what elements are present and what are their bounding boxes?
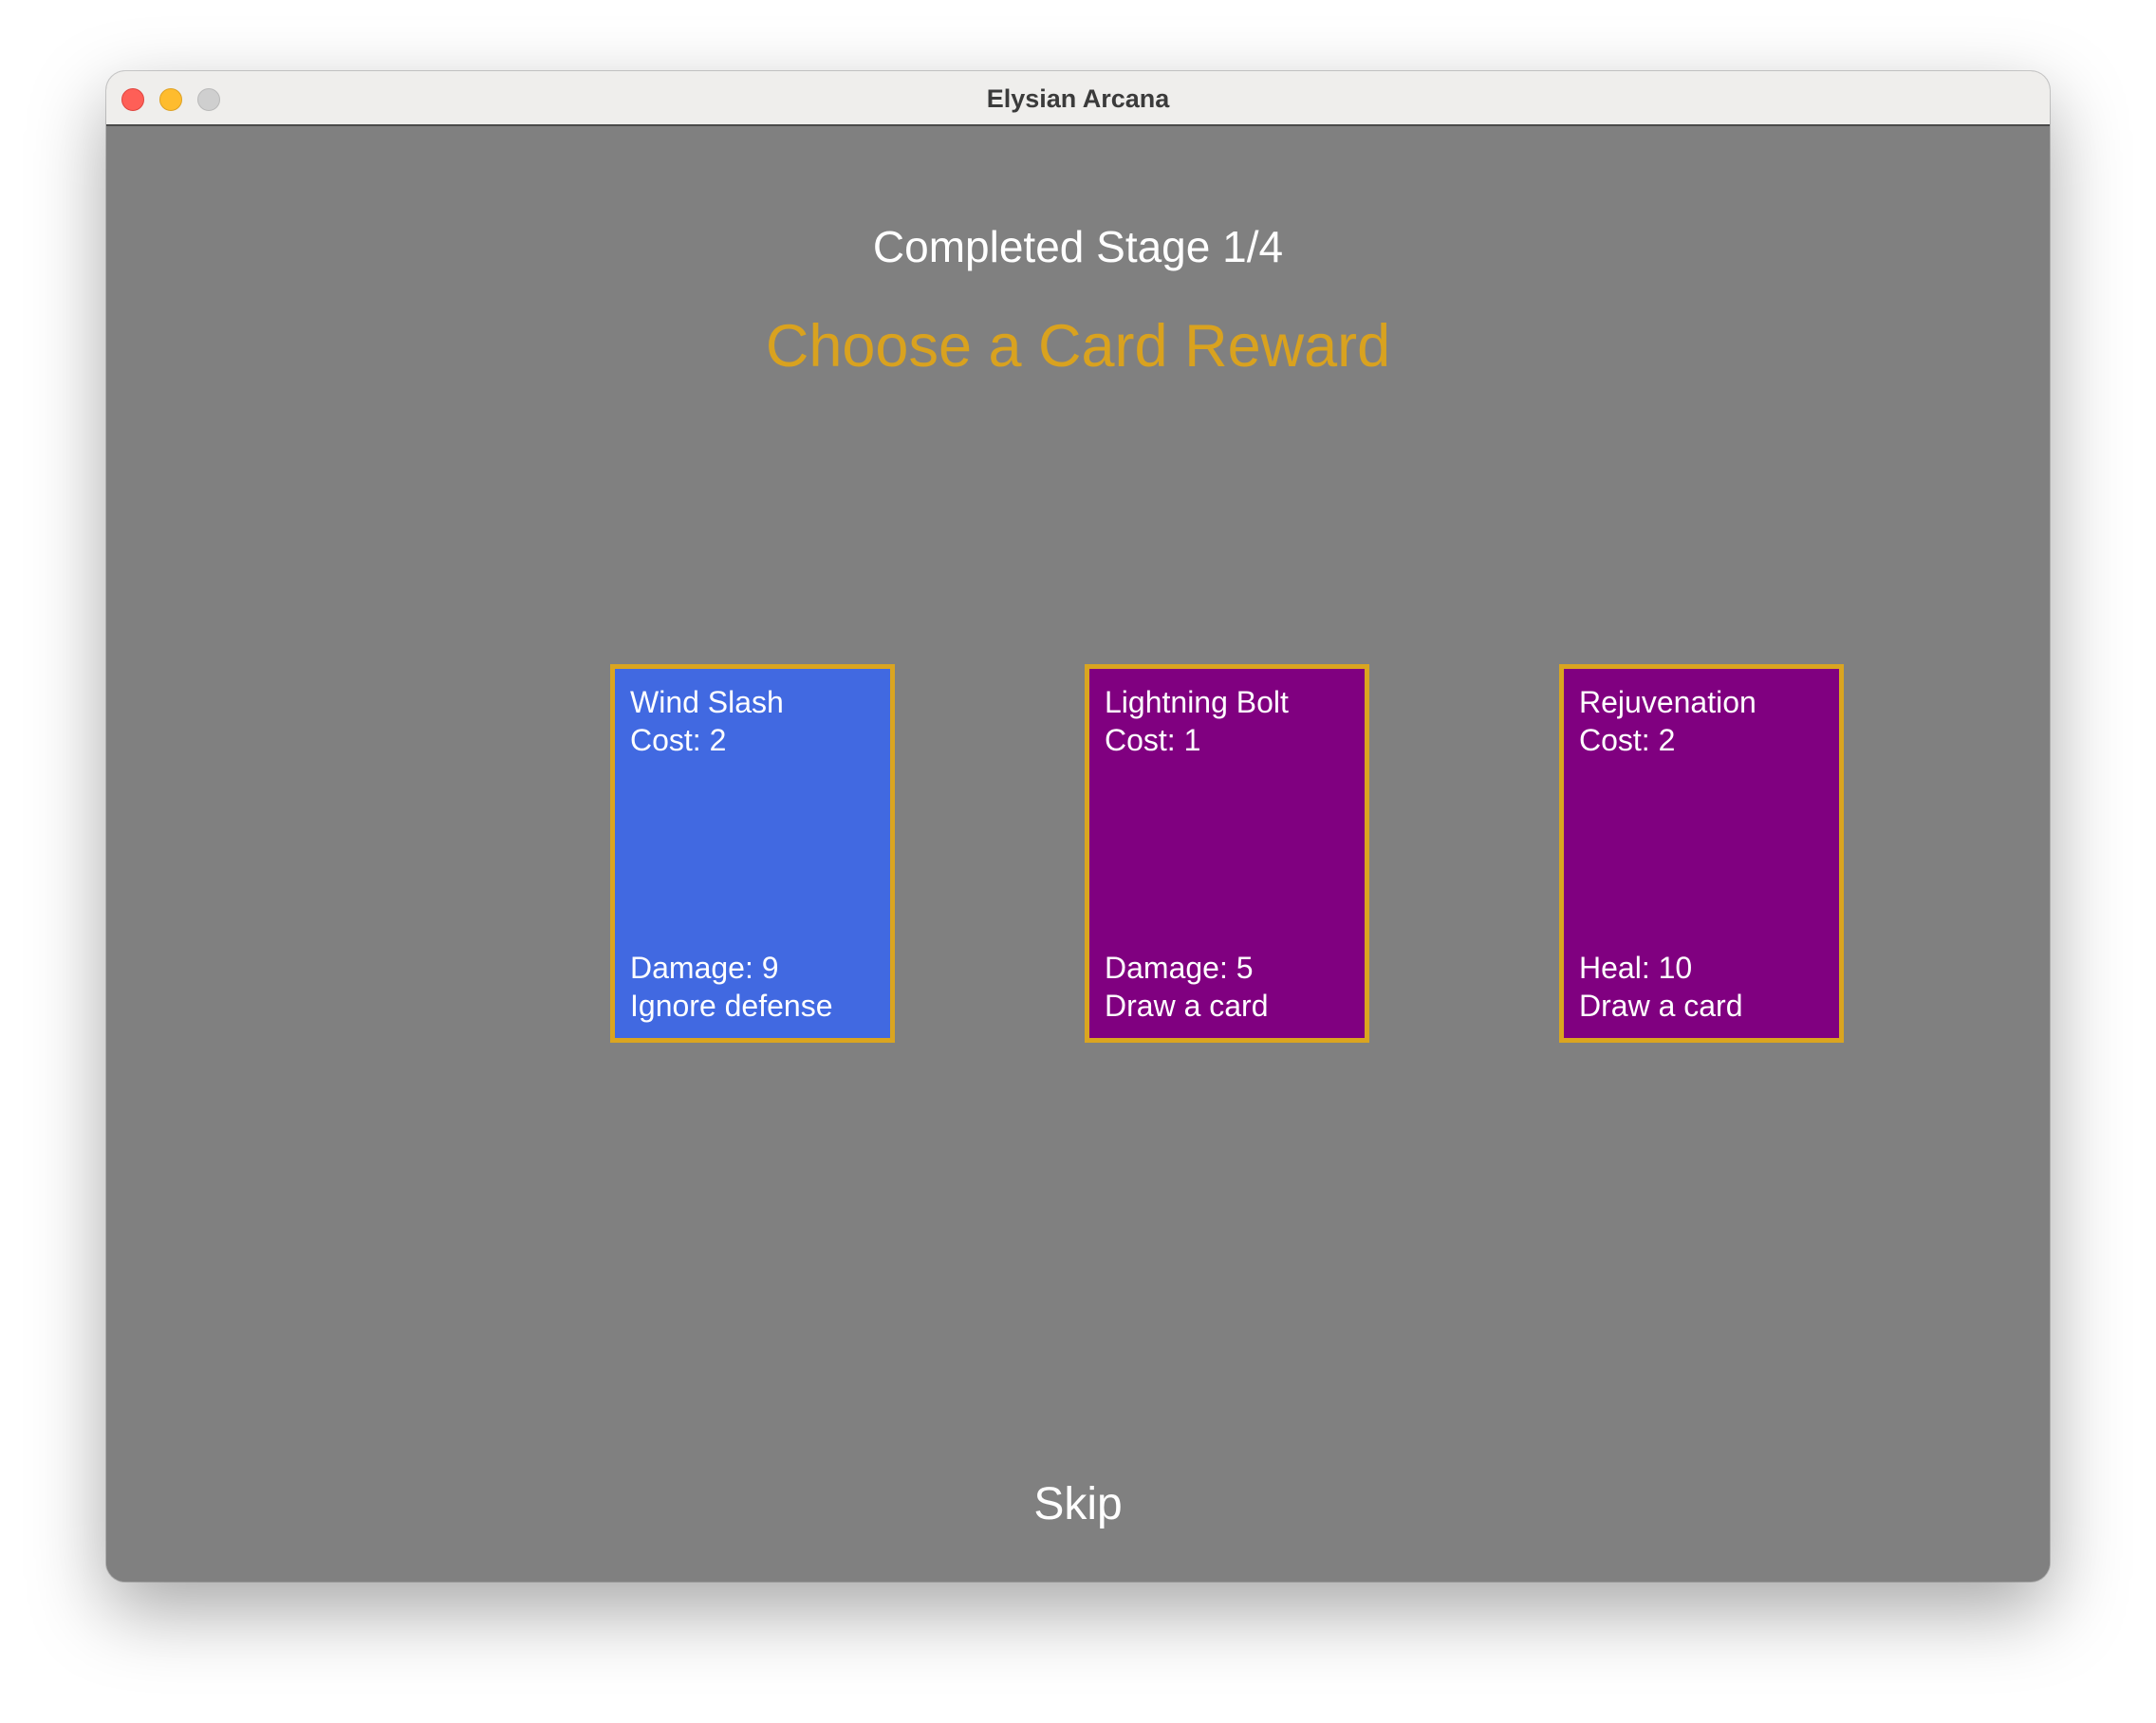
card-cost: Cost: 2 — [630, 723, 727, 757]
card-name: Lightning Bolt — [1105, 685, 1289, 719]
skip-row: Skip — [106, 1478, 2050, 1530]
card-name: Rejuvenation — [1579, 685, 1756, 719]
stage-progress-text: Completed Stage 1/4 — [872, 222, 1284, 271]
reward-card-wind-slash[interactable]: Wind Slash Cost: 2 Damage: 9 Ignore defe… — [610, 664, 895, 1043]
title-bar: Elysian Arcana — [106, 71, 2050, 126]
card-effect: Heal: 10 — [1579, 951, 1693, 985]
card-effect: Damage: 9 — [630, 951, 779, 985]
card-effect: Draw a card — [1105, 989, 1269, 1023]
reward-screen: Completed Stage 1/4 Choose a Card Reward… — [106, 126, 2050, 1582]
card-name: Wind Slash — [630, 685, 784, 719]
reward-card-rejuvenation[interactable]: Rejuvenation Cost: 2 Heal: 10 Draw a car… — [1559, 664, 1844, 1043]
skip-button[interactable]: Skip — [1033, 1479, 1122, 1529]
reward-card-lightning-bolt[interactable]: Lightning Bolt Cost: 1 Damage: 5 Draw a … — [1085, 664, 1369, 1043]
reward-prompt-heading: Choose a Card Reward — [765, 313, 1391, 380]
window-title: Elysian Arcana — [986, 84, 1170, 113]
app-window: Elysian Arcana Completed Stage 1/4 Choos… — [106, 71, 2050, 1582]
card-cost: Cost: 2 — [1579, 723, 1676, 757]
card-effect: Draw a card — [1579, 989, 1743, 1023]
card-effect: Damage: 5 — [1105, 951, 1254, 985]
card-cost: Cost: 1 — [1105, 723, 1201, 757]
card-effect: Ignore defense — [630, 989, 833, 1023]
